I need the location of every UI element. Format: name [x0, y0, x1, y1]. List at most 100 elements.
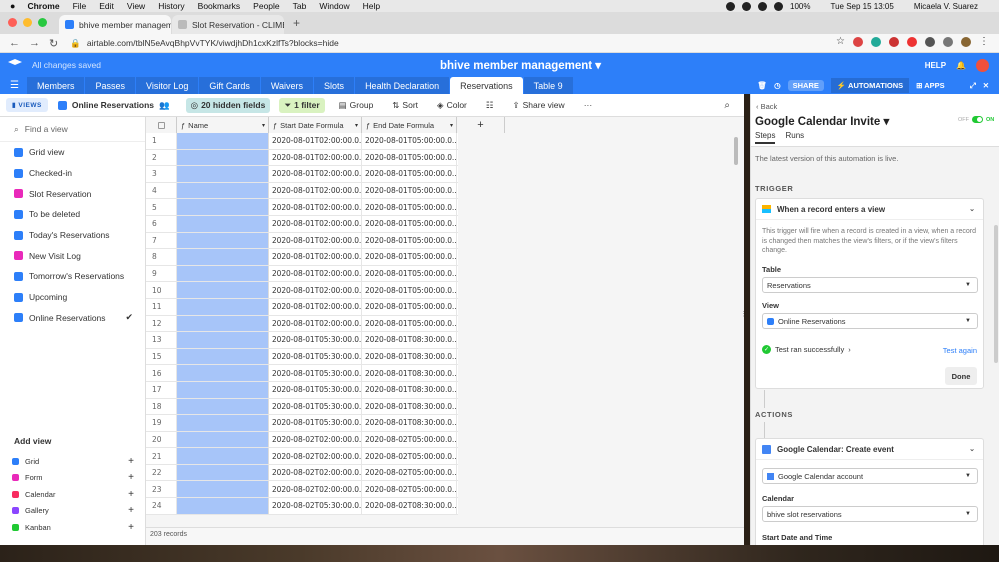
start-date-cell[interactable]: 2020-08-01T05:30:00.0... — [269, 381, 362, 398]
menu-history[interactable]: History — [158, 1, 184, 11]
automations-button[interactable]: ⚡ AUTOMATIONS — [830, 78, 910, 93]
start-date-cell[interactable]: 2020-08-01T02:00:00.0... — [269, 149, 362, 166]
name-cell[interactable] — [177, 298, 269, 315]
end-date-cell[interactable]: 2020-08-01T05:00:00.0... — [362, 199, 457, 215]
name-cell[interactable] — [177, 448, 269, 464]
table-row[interactable]: 20 2020-08-02T02:00:00.0... 2020-08-02T05:… — [146, 431, 458, 449]
toggle-switch[interactable] — [972, 116, 983, 123]
notifications-icon[interactable]: 🔔 — [956, 61, 966, 70]
name-cell[interactable] — [177, 282, 269, 298]
start-date-cell[interactable]: 2020-08-01T02:00:00.0... — [269, 133, 362, 149]
sidebar-view-item[interactable]: New Visit Log — [0, 245, 145, 266]
end-date-cell[interactable]: 2020-08-02T05:00:00.0... — [362, 431, 457, 448]
history-icon[interactable]: ◷ — [774, 81, 781, 90]
start-date-cell[interactable]: 2020-08-01T02:00:00.0... — [269, 215, 362, 232]
calendar-select[interactable]: bhive slot reservations ▼ — [762, 506, 978, 522]
end-date-cell[interactable]: 2020-08-01T05:00:00.0... — [362, 232, 457, 249]
start-date-cell[interactable]: 2020-08-02T05:30:00.0... — [269, 498, 362, 514]
add-view-option[interactable]: Grid + — [12, 453, 134, 469]
end-date-cell[interactable]: 2020-08-01T08:30:00.0... — [362, 332, 457, 348]
start-date-cell[interactable]: 2020-08-01T02:00:00.0... — [269, 199, 362, 215]
help-button[interactable]: HELP — [925, 61, 946, 70]
name-cell[interactable] — [177, 315, 269, 332]
table-row[interactable]: 3 2020-08-01T02:00:00.0... 2020-08-01T05:0… — [146, 166, 458, 183]
start-date-cell[interactable]: 2020-08-02T02:00:00.0... — [269, 481, 362, 498]
table-select[interactable]: Reservations ▼ — [762, 277, 978, 293]
plus-icon[interactable]: + — [128, 522, 134, 533]
menu-file[interactable]: File — [73, 1, 87, 11]
table-row[interactable]: 10 2020-08-01T02:00:00.0... 2020-08-01T05:… — [146, 282, 458, 299]
menu-window[interactable]: Window — [319, 1, 349, 11]
sidebar-view-item[interactable]: To be deleted — [0, 204, 145, 225]
table-tab-waivers[interactable]: Waivers — [260, 77, 314, 94]
end-date-cell[interactable]: 2020-08-01T05:00:00.0... — [362, 298, 457, 315]
close-window-icon[interactable] — [8, 18, 17, 27]
bookmark-star-icon[interactable]: ☆ — [836, 37, 845, 47]
start-date-cell[interactable]: 2020-08-01T05:30:00.0... — [269, 348, 362, 365]
extension-icon[interactable] — [907, 37, 917, 47]
add-view-option[interactable]: Kanban + — [12, 519, 134, 535]
end-date-cell[interactable]: 2020-08-01T05:00:00.0... — [362, 315, 457, 332]
add-view-option[interactable]: Calendar + — [12, 486, 134, 502]
sidebar-view-item[interactable]: Grid view — [0, 142, 145, 163]
name-cell[interactable] — [177, 332, 269, 348]
start-date-cell[interactable]: 2020-08-01T05:30:00.0... — [269, 415, 362, 431]
table-row[interactable]: 8 2020-08-01T02:00:00.0... 2020-08-01T05:0… — [146, 249, 458, 266]
table-row[interactable]: 18 2020-08-01T05:30:00.0... 2020-08-01T08:… — [146, 398, 458, 416]
tab-steps[interactable]: Steps — [755, 131, 776, 144]
name-cell[interactable] — [177, 498, 269, 514]
share-button[interactable]: SHARE — [787, 80, 824, 91]
name-cell[interactable] — [177, 365, 269, 381]
table-row[interactable]: 17 2020-08-01T05:30:00.0... 2020-08-01T08:… — [146, 381, 458, 399]
end-date-cell[interactable]: 2020-08-01T05:00:00.0... — [362, 133, 457, 149]
menu-edit[interactable]: Edit — [99, 1, 114, 11]
color-button[interactable]: ◈ Color — [432, 98, 472, 113]
start-date-cell[interactable]: 2020-08-01T02:00:00.0... — [269, 282, 362, 298]
action-card-header[interactable]: Google Calendar: Create event ⌄ — [756, 439, 983, 460]
table-tab-slots[interactable]: Slots — [314, 77, 355, 94]
find-view-input[interactable]: ⌕ Find a view — [0, 117, 145, 142]
end-date-cell[interactable]: 2020-08-01T08:30:00.0... — [362, 381, 457, 398]
back-arrow-icon[interactable]: ← — [9, 37, 20, 49]
test-again-link[interactable]: Test again — [943, 346, 977, 355]
view-select[interactable]: Online Reservations ▼ — [762, 313, 978, 329]
share-view-button[interactable]: ⇪ Share view — [508, 98, 570, 113]
name-cell[interactable] — [177, 398, 269, 415]
column-header-end-date[interactable]: ƒ End Date Formula ▾ — [362, 117, 457, 133]
table-tab-members[interactable]: Members — [26, 77, 85, 94]
end-date-cell[interactable]: 2020-08-01T05:00:00.0... — [362, 282, 457, 298]
name-cell[interactable] — [177, 381, 269, 398]
search-icon[interactable]: ⌕ — [724, 100, 730, 111]
plus-icon[interactable]: + — [128, 489, 134, 500]
clock[interactable]: Tue Sep 15 13:05 — [831, 2, 894, 11]
table-row[interactable]: 9 2020-08-01T02:00:00.0... 2020-08-01T05:0… — [146, 265, 458, 283]
start-date-cell[interactable]: 2020-08-02T02:00:00.0... — [269, 431, 362, 448]
table-row[interactable]: 15 2020-08-01T05:30:00.0... 2020-08-01T08:… — [146, 348, 458, 366]
table-tab-reservations[interactable]: Reservations — [450, 77, 523, 94]
chevron-down-icon[interactable]: ⌄ — [969, 205, 975, 213]
more-view-options-button[interactable]: ··· — [579, 98, 598, 112]
minimize-window-icon[interactable] — [23, 18, 32, 27]
table-row[interactable]: 7 2020-08-01T02:00:00.0... 2020-08-01T05:0… — [146, 232, 458, 250]
table-row[interactable]: 6 2020-08-01T02:00:00.0... 2020-08-01T05:0… — [146, 215, 458, 233]
name-cell[interactable] — [177, 249, 269, 265]
start-date-cell[interactable]: 2020-08-01T02:00:00.0... — [269, 315, 362, 332]
browser-tab-slot-reservation[interactable]: Slot Reservation - CLIMBING | ✕ — [172, 15, 284, 34]
plus-icon[interactable]: + — [128, 505, 134, 516]
extension-icon[interactable] — [871, 37, 881, 47]
start-date-cell[interactable]: 2020-08-02T02:00:00.0... — [269, 464, 362, 481]
panel-resize-handle[interactable]: ⋮ — [740, 310, 747, 318]
add-column-button[interactable]: + — [457, 117, 505, 133]
start-date-cell[interactable]: 2020-08-01T05:30:00.0... — [269, 365, 362, 381]
puzzle-icon[interactable] — [943, 37, 953, 47]
tab-runs[interactable]: Runs — [785, 131, 804, 144]
profile-avatar-icon[interactable] — [961, 37, 971, 47]
name-cell[interactable] — [177, 133, 269, 149]
table-row[interactable]: 11 2020-08-01T02:00:00.0... 2020-08-01T05:… — [146, 298, 458, 316]
sidebar-view-item[interactable]: Slot Reservation — [0, 183, 145, 204]
column-header-start-date[interactable]: ƒ Start Date Formula ▾ — [269, 117, 362, 133]
filter-button[interactable]: ⏷ 1 filter — [279, 97, 325, 113]
extension-icon[interactable] — [925, 37, 935, 47]
test-result[interactable]: ✓ Test ran successfully › — [762, 345, 851, 354]
table-row[interactable]: 22 2020-08-02T02:00:00.0... 2020-08-02T05:… — [146, 464, 458, 482]
